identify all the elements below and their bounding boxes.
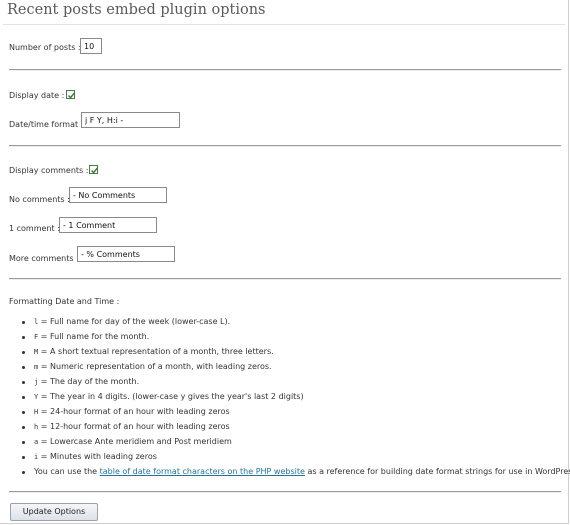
- php-date-format-link[interactable]: table of date format characters on the P…: [100, 467, 305, 476]
- section-divider: [9, 491, 561, 493]
- more-comments-input[interactable]: [77, 246, 175, 262]
- checkmark-icon: [68, 92, 76, 99]
- update-options-button[interactable]: Update Options: [10, 503, 98, 521]
- display-comments-checkbox[interactable]: [89, 165, 99, 174]
- date-format-input[interactable]: [81, 112, 180, 128]
- section-divider: [9, 278, 561, 280]
- display-date-label: Display date :: [9, 91, 65, 100]
- no-comments-label: No comments :: [9, 195, 70, 204]
- number-of-posts-label: Number of posts :: [9, 43, 81, 52]
- display-comments-label: Display comments :: [9, 166, 89, 175]
- no-comments-input[interactable]: [69, 187, 167, 203]
- checkmark-icon: [91, 167, 99, 174]
- section-divider: [9, 145, 561, 147]
- page-title: Recent posts embed plugin options: [7, 2, 266, 18]
- number-of-posts-input[interactable]: [80, 38, 102, 54]
- more-comments-label: More comments :: [9, 254, 79, 263]
- one-comment-input[interactable]: [59, 217, 157, 233]
- section-divider: [9, 69, 561, 71]
- one-comment-label: 1 comment :: [9, 224, 60, 233]
- display-date-checkbox[interactable]: [66, 90, 76, 99]
- title-divider: [3, 24, 565, 25]
- formatting-heading: Formatting Date and Time :: [9, 297, 120, 306]
- date-format-label: Date/time format :: [9, 120, 84, 129]
